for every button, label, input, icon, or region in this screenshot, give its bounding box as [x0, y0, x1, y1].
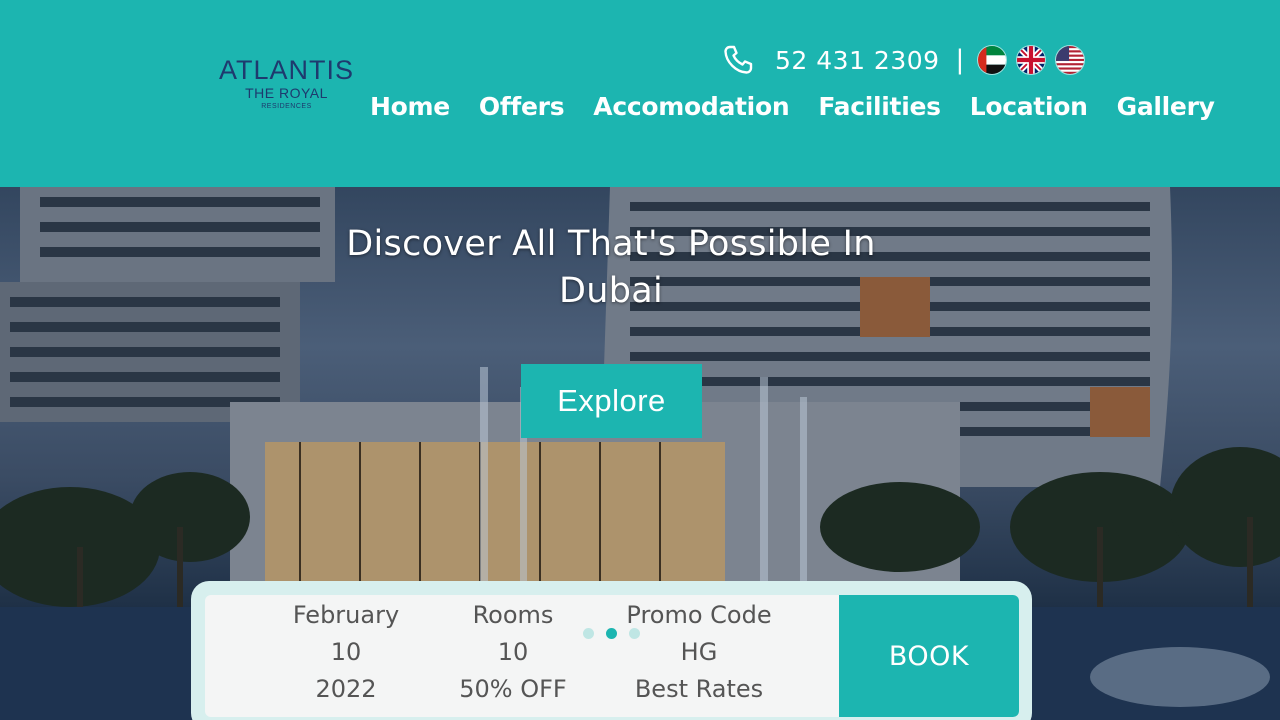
date-year: 2022: [315, 675, 377, 703]
date-day: 10: [330, 638, 362, 666]
us-flag-icon[interactable]: [1055, 45, 1086, 75]
rooms-count: 10: [497, 638, 529, 666]
booking-panel: February 10 2022 Rooms 10 50% OFF Promo …: [205, 595, 1019, 717]
rooms-label: Rooms: [472, 601, 554, 629]
rooms-offer: 50% OFF: [459, 675, 567, 703]
logo-line-1: ATLANTIS: [218, 55, 355, 85]
phone-number[interactable]: 52 431 2309: [775, 46, 940, 75]
main-nav: Home Offers Accomodation Facilities Loca…: [370, 92, 1244, 121]
carousel-dot-1[interactable]: [583, 628, 594, 639]
logo-line-2: THE ROYAL: [245, 85, 328, 101]
nav-gallery[interactable]: Gallery: [1117, 92, 1215, 121]
separator: |: [955, 45, 965, 75]
book-button[interactable]: BOOK: [839, 595, 1019, 717]
nav-accomodation[interactable]: Accomodation: [593, 92, 789, 121]
logo-line-3: RESIDENCES: [261, 103, 312, 110]
uk-flag-icon[interactable]: [1016, 45, 1047, 75]
site-header: ATLANTIS THE ROYAL RESIDENCES 52 431 230…: [0, 0, 1280, 187]
promo-code-field[interactable]: Promo Code HG Best Rates: [609, 597, 789, 708]
nav-home[interactable]: Home: [370, 92, 450, 121]
contact-bar: 52 431 2309 |: [722, 42, 1086, 78]
nav-facilities[interactable]: Facilities: [818, 92, 941, 121]
explore-button[interactable]: Explore: [521, 364, 702, 438]
promo-label: Promo Code: [626, 601, 772, 629]
nav-location[interactable]: Location: [970, 92, 1088, 121]
booking-widget: February 10 2022 Rooms 10 50% OFF Promo …: [191, 581, 1032, 720]
promo-code: HG: [680, 638, 718, 666]
hero-title: Discover All That's Possible In Dubai: [346, 224, 876, 311]
rooms-selector[interactable]: Rooms 10 50% OFF: [433, 597, 593, 708]
nav-offers[interactable]: Offers: [479, 92, 565, 121]
atlantis-logo[interactable]: ATLANTIS THE ROYAL RESIDENCES: [214, 55, 359, 113]
date-selector[interactable]: February 10 2022: [259, 597, 433, 708]
date-month: February: [292, 601, 400, 629]
ae-flag-icon[interactable]: [977, 45, 1008, 75]
promo-note: Best Rates: [634, 675, 764, 703]
phone-icon[interactable]: [722, 44, 754, 76]
